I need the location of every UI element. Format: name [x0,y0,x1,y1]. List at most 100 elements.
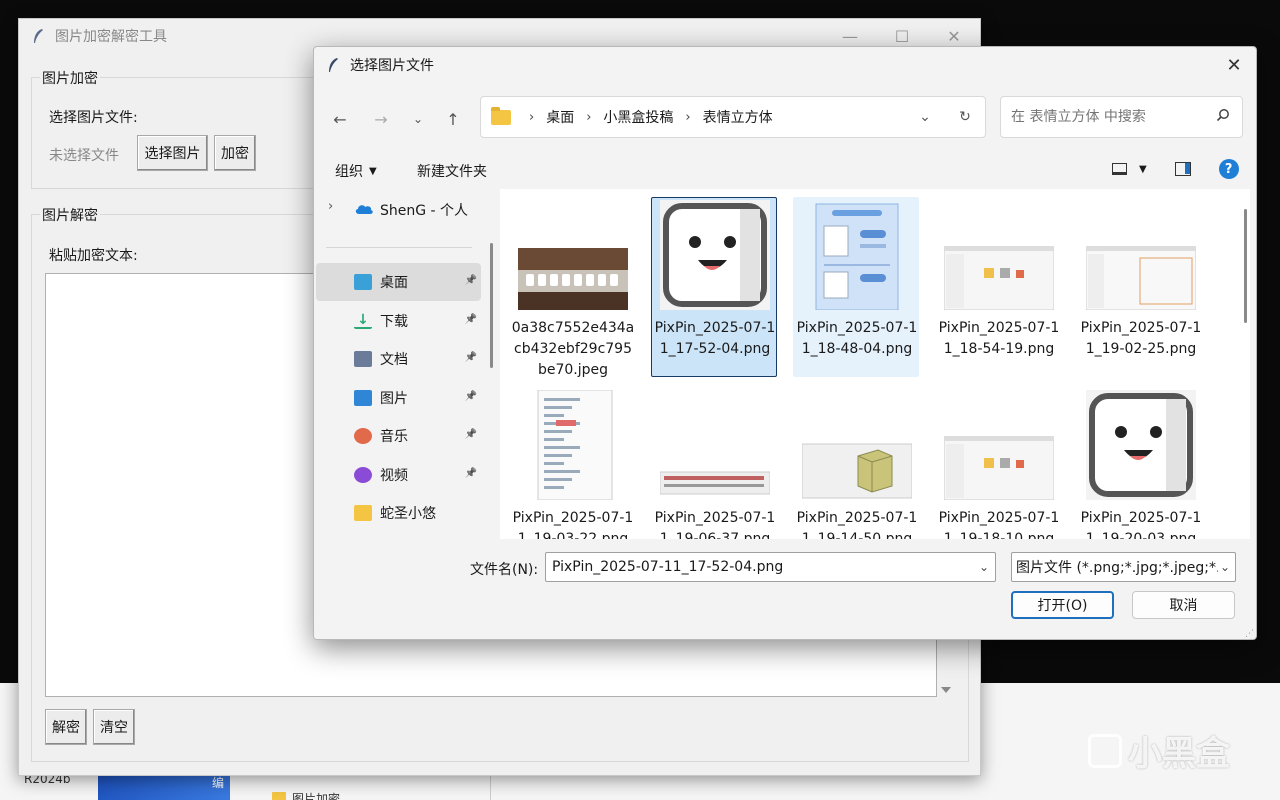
folder-icon [491,106,511,125]
help-icon[interactable]: ? [1218,159,1239,179]
decrypt-button[interactable]: 解密 [45,709,87,745]
download-icon: ↓ [354,313,372,329]
file-thumbnail [943,435,1055,504]
view-mode-icon[interactable] [1112,163,1127,175]
sidebar-item-label: 音乐 [380,429,408,445]
file-thumbnail [518,389,628,504]
search-icon[interactable] [1216,108,1230,122]
file-name: PixPin_2025-07-11_19-06-37.png [654,510,776,539]
file-thumbnail [660,200,770,314]
sidebar-item-label: 下载 [380,313,408,330]
onedrive-icon [355,205,373,214]
breadcrumb-item[interactable]: 桌面 [546,107,574,127]
file-thumbnail [1085,245,1197,314]
resize-grip-icon[interactable]: ⋰ [1245,629,1254,639]
file-item[interactable]: PixPin_2025-07-11_19-03-22.png [509,387,635,539]
file-type-select[interactable]: 图片文件 (*.png;*.jpg;*.jpeg;*. ⌄ [1011,552,1236,582]
navigation-pane: › ShenG - 个人 桌面 📌 ↓ 下载 📌 文档 📌 图片 📌 音乐 📌 视频 📌 蛇圣小悠 [314,189,493,539]
file-name: 0a38c7552e434acb432ebf29c795be70.jpeg [511,320,635,378]
file-item[interactable]: PixPin_2025-07-11_19-14-50.png [793,387,919,539]
address-bar[interactable]: › 桌面 › 小黑盒投稿 › 表情立方体 ⌄ ↻ [480,96,986,138]
file-name: PixPin_2025-07-11_19-14-50.png [796,510,918,539]
chevron-down-icon[interactable]: ⌄ [905,109,945,125]
file-item[interactable]: PixPin_2025-07-11_18-48-04.png [793,197,919,377]
dialog-titlebar: 选择图片文件 [314,47,1256,83]
desktop-label-mid: 编 [212,776,225,790]
chevron-right-icon: › [529,109,535,125]
sidebar-item[interactable]: 文档 📌 [316,340,481,378]
recent-chevron-icon[interactable]: ⌄ [404,105,432,133]
breadcrumb-item[interactable]: 小黑盒投稿 [603,107,673,127]
file-name: PixPin_2025-07-11_19-18-10.png [938,510,1060,539]
file-item[interactable]: PixPin_2025-07-11_17-52-04.png [651,197,777,377]
folder-icon [272,792,286,800]
sidebar-item[interactable]: 视频 📌 [316,456,481,494]
chevron-down-icon[interactable]: ⌄ [979,560,989,574]
file-item[interactable]: 0a38c7552e434acb432ebf29c795be70.jpeg [509,197,635,378]
file-name: PixPin_2025-07-11_19-20-03.png [1080,510,1202,539]
clear-button[interactable]: 清空 [93,709,135,745]
pin-icon: 📌 [464,352,477,363]
sidebar-item[interactable]: 音乐 📌 [316,417,481,455]
desktop-divider [490,776,491,800]
music-icon [354,428,372,444]
onedrive-label[interactable]: ShenG - 个人 [380,200,468,220]
chevron-down-icon[interactable]: ⌄ [1217,560,1230,574]
file-item[interactable]: PixPin_2025-07-11_19-18-10.png [935,387,1061,539]
breadcrumb: › 桌面 › 小黑盒投稿 › 表情立方体 [519,107,773,127]
sidebar-item-label: 文档 [380,352,408,368]
file-thumbnail [802,200,912,314]
watermark-logo-icon [1088,733,1122,768]
pictures-icon [354,389,372,406]
sidebar-item[interactable]: ↓ 下载 📌 [316,302,481,340]
search-input[interactable] [1011,109,1201,125]
file-list-scrollbar[interactable] [1244,209,1247,323]
open-button[interactable]: 打开(O) [1011,591,1114,619]
preview-pane-icon[interactable] [1174,162,1191,176]
dialog-close-icon[interactable]: ✕ [1220,51,1248,79]
filename-value: PixPin_2025-07-11_17-52-04.png [552,559,784,575]
caret-down-icon[interactable]: ▼ [1139,164,1147,175]
organize-label: 组织 [335,164,363,180]
no-file-label: 未选择文件 [49,148,119,164]
file-dialog: 选择图片文件 ✕ ← → ⌄ ↑ › 桌面 › 小黑盒投稿 › 表情立方体 ⌄ … [313,46,1257,640]
pin-icon: 📌 [464,390,477,402]
view-controls: ▼ ? [1112,159,1239,179]
watermark-text: 小黑盒 [1128,734,1230,774]
sidebar-item-label: 图片 [380,390,408,407]
file-item[interactable]: PixPin_2025-07-11_19-06-37.png [651,387,777,539]
pin-icon: 📌 [464,467,477,479]
search-box[interactable] [1000,96,1243,138]
new-folder-button[interactable]: 新建文件夹 [417,161,487,181]
refresh-icon[interactable]: ↻ [945,109,985,125]
video-icon [354,466,372,483]
breadcrumb-item[interactable]: 表情立方体 [703,107,773,127]
scroll-down-icon[interactable] [941,687,951,693]
feather-icon [329,58,338,72]
expand-chevron-icon[interactable]: › [328,199,333,214]
filename-label: 文件名(N): [470,562,539,578]
file-item[interactable]: PixPin_2025-07-11_19-20-03.png [1077,387,1203,539]
forward-arrow-icon[interactable]: → [367,105,395,133]
sidebar-item[interactable]: 图片 📌 [316,379,481,417]
file-thumbnail [1086,390,1196,504]
sidebar-scrollbar[interactable] [490,243,493,368]
watermark: 小黑盒 [1088,726,1230,775]
sidebar-item-label: 视频 [380,467,408,484]
sidebar-item[interactable]: 桌面 📌 [316,263,481,301]
encrypt-button[interactable]: 加密 [214,135,256,171]
select-image-button[interactable]: 选择图片 [137,135,208,171]
cancel-button[interactable]: 取消 [1132,591,1235,619]
sidebar-item-label: 桌面 [380,275,408,291]
organize-menu[interactable]: 组织 ▼ [335,161,377,181]
file-item[interactable]: PixPin_2025-07-11_19-02-25.png [1077,197,1203,377]
sidebar-separator [326,247,472,248]
desktop-icon [354,274,372,290]
file-name: PixPin_2025-07-11_18-54-19.png [938,320,1060,357]
pin-icon: 📌 [464,275,477,286]
up-arrow-icon[interactable]: ↑ [439,105,467,133]
sidebar-item[interactable]: 蛇圣小悠 [316,494,481,532]
back-arrow-icon[interactable]: ← [326,105,354,133]
file-item[interactable]: PixPin_2025-07-11_18-54-19.png [935,197,1061,377]
filename-input[interactable]: PixPin_2025-07-11_17-52-04.png ⌄ [545,552,996,582]
